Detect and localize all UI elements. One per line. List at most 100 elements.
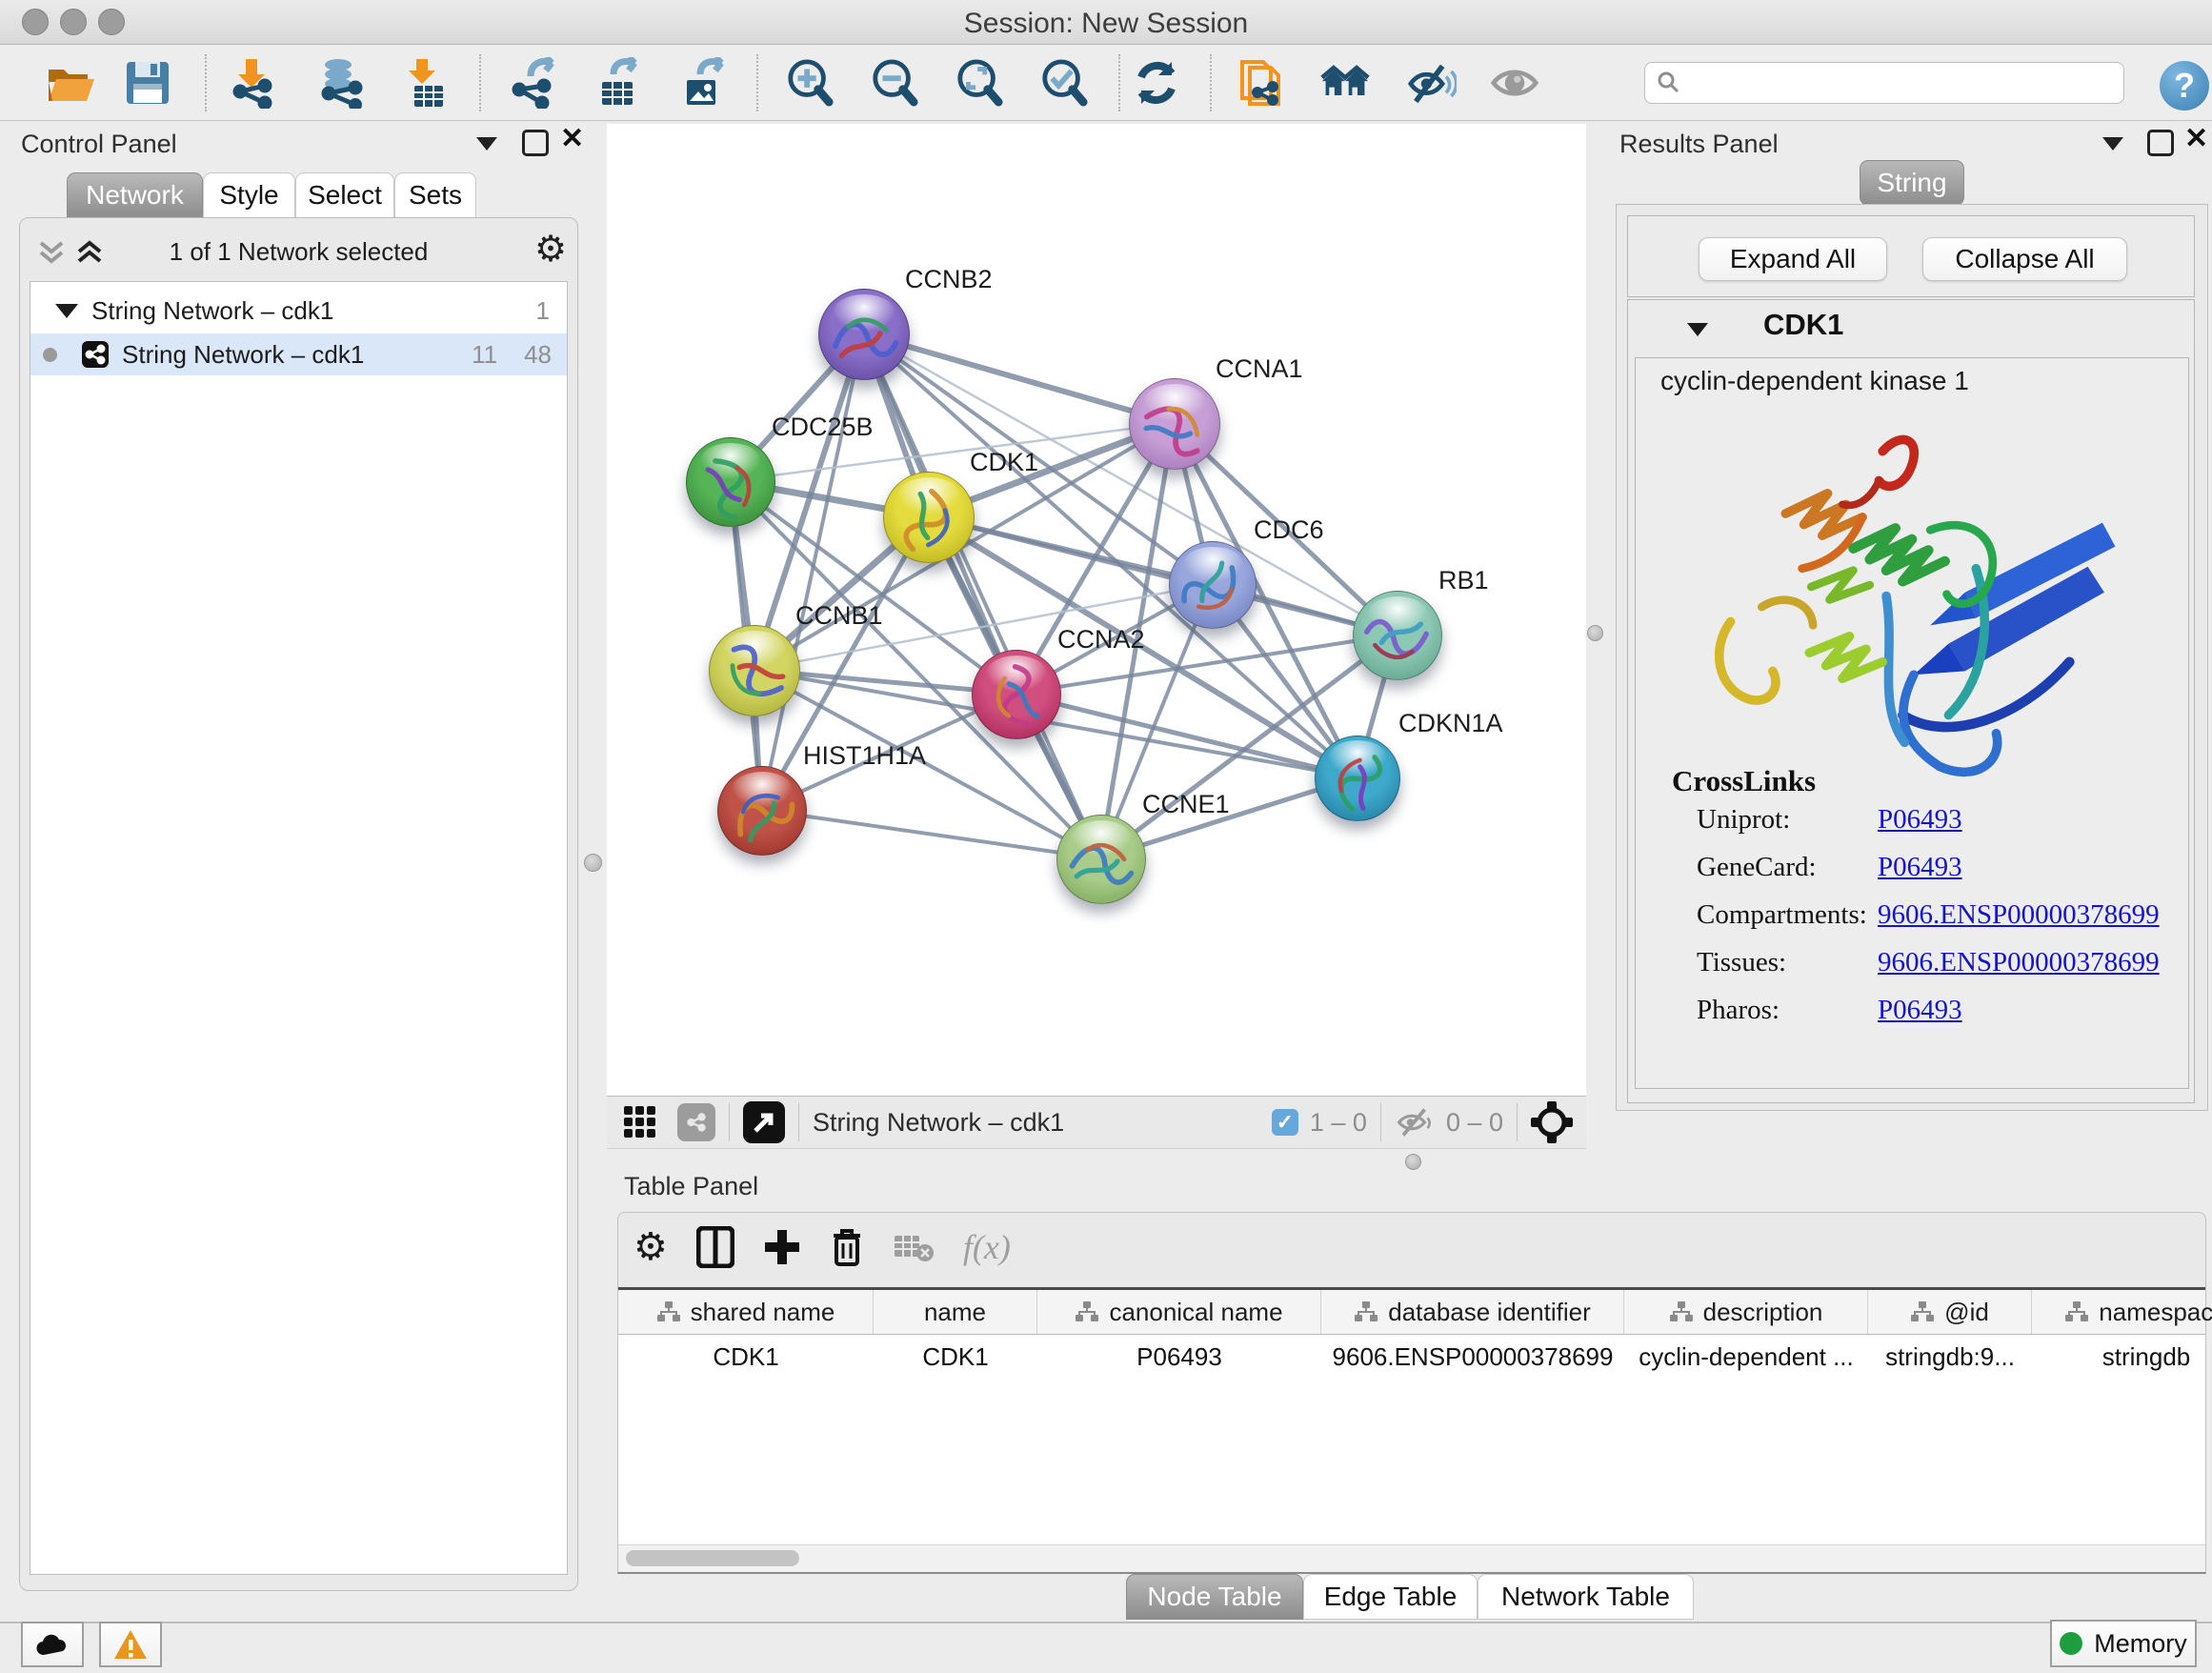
column-header-label: canonical name	[1109, 1298, 1282, 1327]
column-header-database-identifier[interactable]: database identifier	[1321, 1290, 1624, 1334]
table-row[interactable]: CDK1CDK1P064939606.ENSP00000378699cyclin…	[618, 1335, 2205, 1379]
zoom-in-button[interactable]	[785, 58, 835, 108]
crosslink-link[interactable]: 9606.ENSP00000378699	[1878, 899, 2160, 931]
save-session-button[interactable]	[123, 58, 172, 108]
zoom-selected-button[interactable]	[1039, 58, 1089, 108]
cloud-icon	[34, 1632, 70, 1657]
open-session-button[interactable]	[46, 58, 95, 108]
results-tab-string[interactable]: String	[1860, 160, 1964, 206]
network-node-cdk1[interactable]	[883, 472, 975, 563]
delete-column-icon[interactable]	[830, 1226, 864, 1268]
hide-panels-icon[interactable]	[1407, 58, 1457, 108]
toolbar-search-field[interactable]	[1644, 62, 2124, 104]
export-image-button[interactable]	[677, 58, 727, 108]
control-panel-close-button[interactable]: ✕	[560, 129, 584, 150]
home-icon[interactable]	[1320, 58, 1370, 108]
expand-all-button[interactable]: Expand All	[1699, 237, 1887, 281]
cloud-status-button[interactable]	[21, 1622, 84, 1667]
open-in-window-button[interactable]	[743, 1101, 785, 1143]
column-header-name[interactable]: name	[874, 1290, 1037, 1334]
clone-network-button[interactable]	[1237, 58, 1286, 108]
crosslink-link[interactable]: P06493	[1878, 995, 1962, 1026]
tab-style[interactable]: Style	[203, 172, 295, 218]
network-node-ccne1[interactable]	[1056, 815, 1146, 904]
network-tree-row-selected[interactable]: String Network – cdk1 11 48	[30, 333, 567, 375]
memory-button[interactable]: Memory	[2050, 1620, 2197, 1667]
network-node-ccna2[interactable]	[972, 650, 1061, 739]
table-settings-gear-icon[interactable]: ⚙	[633, 1228, 668, 1266]
import-network-database-button[interactable]	[315, 58, 365, 108]
add-column-icon[interactable]	[763, 1228, 801, 1266]
node-label-ccne1: CCNE1	[1142, 790, 1230, 819]
collapse-all-button[interactable]: Collapse All	[1922, 237, 2127, 281]
table-cell[interactable]: cyclin-dependent ...	[1624, 1335, 1868, 1379]
table-cell[interactable]: stringdb	[2032, 1335, 2212, 1379]
network-node-cdc6[interactable]	[1169, 541, 1257, 629]
tab-network-table[interactable]: Network Table	[1478, 1574, 1694, 1620]
network-node-ccnb2[interactable]	[818, 289, 910, 380]
zoom-fit-button[interactable]	[955, 58, 1004, 108]
tab-select[interactable]: Select	[295, 172, 394, 218]
results-panel-float-button[interactable]	[2102, 137, 2123, 151]
crosslink-link[interactable]: P06493	[1878, 852, 1962, 883]
results-panel-maximize-button[interactable]	[2147, 130, 2174, 156]
import-network-file-button[interactable]	[227, 58, 276, 108]
table-cell[interactable]: 9606.ENSP00000378699	[1321, 1335, 1624, 1379]
network-node-rb1[interactable]	[1353, 591, 1442, 680]
network-node-ccnb1[interactable]	[709, 625, 800, 716]
control-panel-float-button[interactable]	[476, 137, 497, 151]
search-input[interactable]	[1681, 68, 2104, 99]
column-header-namespace[interactable]: namespace	[2032, 1290, 2212, 1334]
network-node-ccna1[interactable]	[1129, 378, 1220, 470]
tab-edge-table[interactable]: Edge Table	[1303, 1574, 1478, 1620]
network-tree-root-row[interactable]: String Network – cdk1 1	[30, 290, 567, 332]
column-header-description[interactable]: description	[1624, 1290, 1868, 1334]
warnings-button[interactable]	[99, 1622, 162, 1667]
import-table-file-button[interactable]	[400, 58, 450, 108]
gene-detail-box: cyclin-dependent kinase 1	[1635, 357, 2189, 1089]
gene-section-caret[interactable]	[1687, 323, 1708, 336]
network-canvas[interactable]: CCNB2CCNA1CDC25BCDK1CDC6RB1CCNB1CCNA2CDK…	[607, 124, 1586, 1096]
export-network-button[interactable]	[508, 58, 557, 108]
show-panels-icon[interactable]	[1490, 58, 1539, 108]
tab-network[interactable]: Network	[67, 172, 203, 218]
network-node-cdc25b[interactable]	[686, 437, 775, 527]
network-options-gear-icon[interactable]: ⚙	[534, 232, 567, 268]
column-header--id[interactable]: @id	[1868, 1290, 2032, 1334]
control-panel-maximize-button[interactable]	[522, 130, 549, 156]
crosslink-link[interactable]: P06493	[1878, 804, 1962, 836]
left-splitter-handle[interactable]	[584, 854, 602, 872]
network-node-cdkn1a[interactable]	[1315, 736, 1400, 821]
network-node-hist1h1a[interactable]	[717, 766, 807, 856]
table-cell[interactable]: CDK1	[618, 1335, 874, 1379]
tree-expand-caret[interactable]	[55, 304, 78, 318]
network-panel-body: 1 of 1 Network selected ⚙ String Network…	[19, 217, 578, 1591]
network-share-icon[interactable]	[677, 1103, 715, 1141]
birds-eye-view-icon[interactable]	[622, 1104, 658, 1140]
show-columns-icon[interactable]	[696, 1226, 734, 1268]
table-cell[interactable]: P06493	[1037, 1335, 1321, 1379]
table-cell[interactable]: CDK1	[874, 1335, 1037, 1379]
fit-selected-crosshair-icon[interactable]	[1531, 1101, 1573, 1143]
selected-checkbox[interactable]: ✓	[1272, 1109, 1298, 1136]
network-edge-ccnb2-ccne1[interactable]	[863, 333, 1100, 858]
help-button[interactable]: ?	[2160, 61, 2209, 111]
tab-node-table[interactable]: Node Table	[1126, 1574, 1303, 1620]
clear-table-icon[interactable]	[893, 1230, 935, 1264]
tab-sets[interactable]: Sets	[394, 172, 476, 218]
table-hscrollbar[interactable]	[618, 1544, 2205, 1572]
function-builder-button[interactable]: f(x)	[963, 1227, 1011, 1267]
window-title: Session: New Session	[0, 8, 2212, 40]
export-table-button[interactable]	[593, 58, 642, 108]
refresh-button[interactable]	[1132, 58, 1181, 108]
network-edge-ccnb2-hist1h1a[interactable]	[761, 333, 863, 810]
table-hscrollbar-thumb[interactable]	[626, 1550, 799, 1566]
table-cell[interactable]: stringdb:9...	[1868, 1335, 2032, 1379]
crosslink-link[interactable]: 9606.ENSP00000378699	[1878, 947, 2160, 978]
network-edge-ccne1-hist1h1a[interactable]	[761, 810, 1100, 858]
network-edge-ccnb2-ccna1[interactable]	[863, 333, 1174, 423]
column-header-canonical-name[interactable]: canonical name	[1037, 1290, 1321, 1334]
zoom-out-button[interactable]	[870, 58, 919, 108]
results-panel-close-button[interactable]: ✕	[2184, 129, 2208, 150]
column-header-shared-name[interactable]: shared name	[618, 1290, 874, 1334]
